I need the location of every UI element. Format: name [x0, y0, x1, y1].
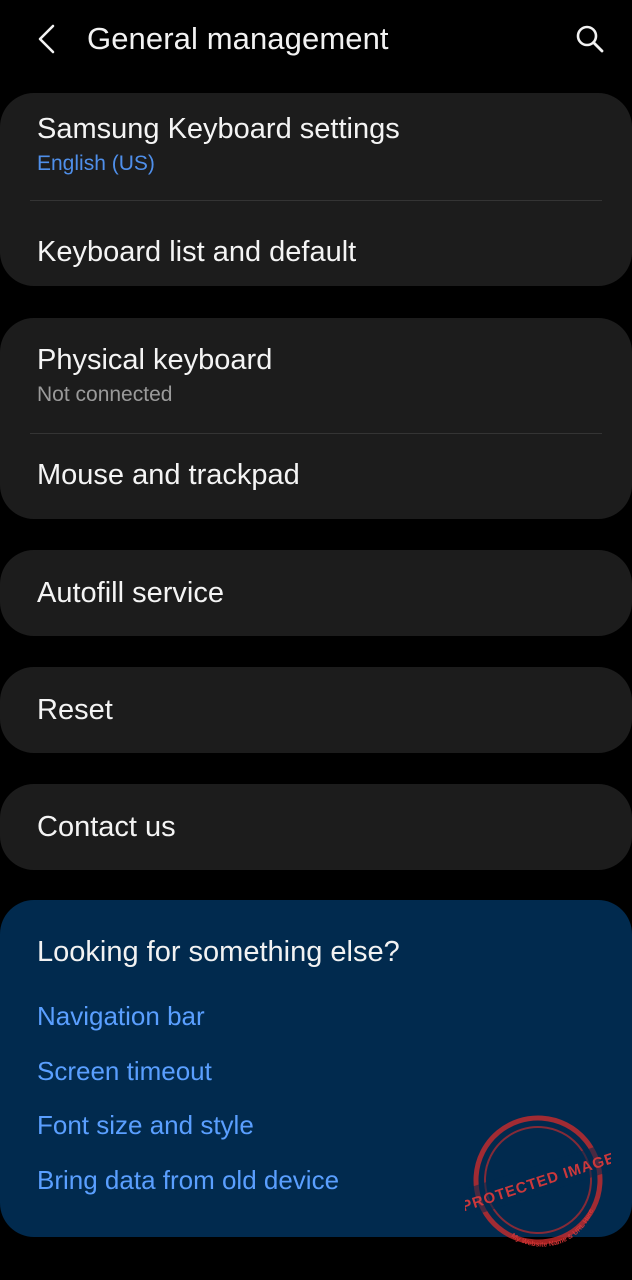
svg-text:My Website Name & URL Here: My Website Name & URL Here — [508, 1206, 602, 1248]
top-app-bar: General management — [0, 0, 632, 80]
back-arrow-icon — [38, 24, 55, 54]
reset-group: Reset — [0, 667, 632, 753]
page-title: General management — [87, 21, 389, 56]
autofill-service-item[interactable]: Autofill service — [0, 550, 632, 636]
input-devices-group: Physical keyboard Not connected Mouse an… — [0, 318, 632, 519]
contact-group: Contact us — [0, 784, 632, 870]
mouse-trackpad-item[interactable]: Mouse and trackpad — [0, 434, 632, 519]
samsung-keyboard-settings-item[interactable]: Samsung Keyboard settings English (US) — [0, 93, 632, 200]
search-icon — [576, 25, 604, 53]
contact-us-item[interactable]: Contact us — [0, 784, 632, 870]
protected-image-watermark: PROTECTED IMAGE My Website Name & URL He… — [465, 1115, 611, 1248]
item-title: Mouse and trackpad — [37, 459, 300, 491]
item-title: Keyboard list and default — [37, 236, 357, 268]
search-button[interactable] — [568, 14, 612, 64]
item-subtitle: English (US) — [37, 152, 155, 175]
suggestion-link-screen-timeout[interactable]: Screen timeout — [37, 1055, 212, 1087]
autofill-group: Autofill service — [0, 550, 632, 636]
suggestion-link-font-size-style[interactable]: Font size and style — [37, 1109, 254, 1141]
reset-item[interactable]: Reset — [0, 667, 632, 753]
settings-screen: General management Samsung Keyboard sett… — [0, 0, 632, 1280]
suggestion-link-bring-data[interactable]: Bring data from old device — [37, 1164, 339, 1196]
physical-keyboard-item[interactable]: Physical keyboard Not connected — [0, 318, 632, 433]
item-title: Physical keyboard — [37, 344, 273, 376]
item-title: Autofill service — [37, 577, 224, 609]
item-title: Reset — [37, 694, 113, 726]
suggestions-title: Looking for something else? — [37, 936, 400, 968]
back-button[interactable] — [24, 14, 70, 64]
keyboard-list-default-item[interactable]: Keyboard list and default — [0, 201, 632, 286]
item-subtitle: Not connected — [37, 383, 173, 406]
suggestion-link-navigation-bar[interactable]: Navigation bar — [37, 1000, 205, 1032]
item-title: Samsung Keyboard settings — [37, 113, 400, 145]
watermark-subtext: My Website Name & URL Here — [508, 1206, 602, 1248]
item-title: Contact us — [37, 811, 176, 843]
keyboard-settings-group: Samsung Keyboard settings English (US) K… — [0, 93, 632, 286]
